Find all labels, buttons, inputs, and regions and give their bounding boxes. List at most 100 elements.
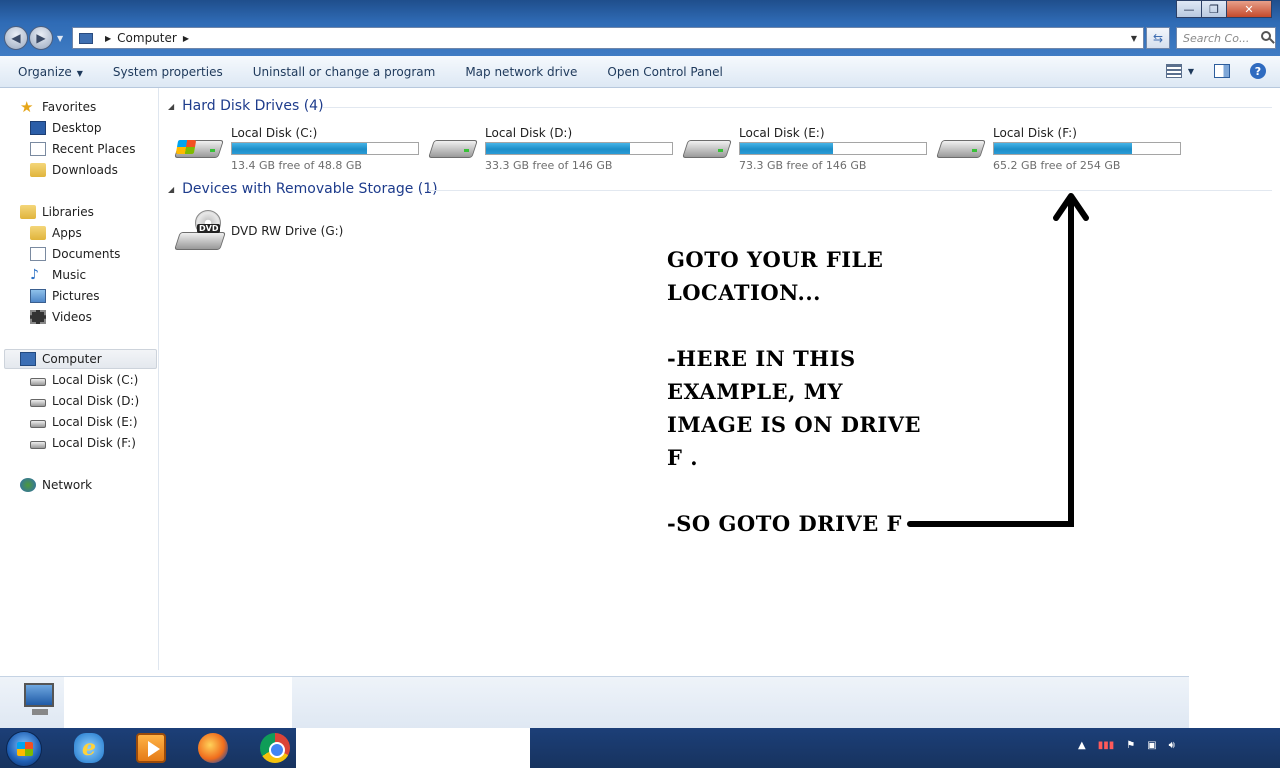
sidebar-item-disk-d[interactable]: Local Disk (D:): [30, 391, 139, 411]
documents-icon: [30, 247, 46, 261]
breadcrumb-computer[interactable]: Computer: [117, 31, 177, 45]
computer-icon: [20, 352, 36, 366]
sidebar-item-pictures[interactable]: Pictures: [30, 286, 100, 306]
uninstall-program-button[interactable]: Uninstall or change a program: [238, 65, 451, 79]
sidebar-item-label: Favorites: [42, 100, 97, 114]
sidebar-item-favorites[interactable]: ★ Favorites: [20, 97, 96, 117]
search-icon[interactable]: [1261, 31, 1271, 41]
hard-drive-icon: [936, 130, 986, 160]
sidebar-item-label: Libraries: [42, 205, 94, 219]
view-controls: ▼ ?: [1165, 63, 1266, 79]
window-controls: — ❐ ✕: [1176, 0, 1272, 18]
organize-menu[interactable]: Organize ▼: [0, 65, 98, 79]
back-arrow-icon: ◀: [11, 31, 21, 45]
minimize-button[interactable]: —: [1176, 0, 1202, 18]
drive-tile-dvd-g[interactable]: DVD DVD RW Drive (G:): [174, 208, 357, 258]
drive-name: DVD RW Drive (G:): [231, 224, 344, 238]
forward-arrow-icon: ▶: [36, 31, 46, 45]
show-hidden-icons-icon[interactable]: ▲: [1078, 740, 1086, 751]
network-tray-icon[interactable]: ▣: [1147, 740, 1156, 751]
annotation-line: LOCATION...: [667, 280, 821, 305]
volume-icon[interactable]: 🔊︎: [1169, 740, 1175, 751]
maximize-button[interactable]: ❐: [1201, 0, 1227, 18]
chevron-down-icon: ▼: [76, 68, 83, 78]
drive-name: Local Disk (C:): [231, 126, 318, 140]
drive-free-space: 33.3 GB free of 146 GB: [485, 159, 613, 172]
address-dropdown-icon[interactable]: ▼: [1131, 34, 1137, 43]
sidebar-item-label: Apps: [52, 226, 82, 240]
sidebar-item-apps[interactable]: Apps: [30, 223, 82, 243]
drive-usage-bar: [231, 142, 419, 155]
annotation-line: EXAMPLE, MY: [667, 379, 844, 404]
drive-tile-f[interactable]: Local Disk (F:) 65.2 GB free of 254 GB: [936, 122, 1189, 172]
chrome-icon[interactable]: [260, 733, 290, 763]
hard-drive-icon: [30, 377, 46, 386]
system-tray: ▲ ▮▮▮ ⚑ ▣ 🔊︎: [1078, 740, 1187, 751]
recent-pages-dropdown-icon[interactable]: ▼: [57, 34, 63, 43]
drive-usage-fill: [740, 143, 833, 154]
sidebar-item-computer[interactable]: Computer: [4, 349, 157, 369]
group-header-removable-storage[interactable]: ◢ Devices with Removable Storage (1): [168, 181, 438, 197]
open-control-panel-button[interactable]: Open Control Panel: [592, 65, 737, 79]
drive-free-space: 65.2 GB free of 254 GB: [993, 159, 1121, 172]
annotation-line: F .: [667, 445, 699, 470]
drive-tile-c[interactable]: Local Disk (C:) 13.4 GB free of 48.8 GB: [174, 122, 427, 172]
group-header-hard-disk-drives[interactable]: ◢ Hard Disk Drives (4): [168, 98, 324, 114]
group-divider: [428, 190, 1272, 191]
sidebar-item-documents[interactable]: Documents: [30, 244, 120, 264]
navigation-pane: ★ Favorites Desktop Recent Places Downloa…: [0, 88, 159, 670]
music-icon: ♪: [30, 267, 39, 283]
collapse-triangle-icon[interactable]: ◢: [168, 185, 174, 194]
sidebar-item-label: Computer: [42, 352, 102, 366]
sidebar-item-label: Documents: [52, 247, 121, 261]
refresh-button[interactable]: ⇆: [1146, 27, 1170, 49]
sidebar-item-label: Local Disk (F:): [52, 436, 136, 450]
internet-explorer-icon[interactable]: e: [74, 733, 104, 763]
sidebar-item-network[interactable]: Network: [20, 475, 92, 495]
hard-drive-icon: [682, 130, 732, 160]
collapse-triangle-icon[interactable]: ◢: [168, 102, 174, 111]
sidebar-item-label: Recent Places: [52, 142, 136, 156]
search-placeholder: Search Co...: [1183, 31, 1250, 45]
signal-icon[interactable]: ▮▮▮: [1098, 740, 1115, 751]
drive-tile-d[interactable]: Local Disk (D:) 33.3 GB free of 146 GB: [428, 122, 681, 172]
chevron-down-icon[interactable]: ▼: [1188, 67, 1194, 76]
start-button[interactable]: [6, 731, 42, 767]
sidebar-item-videos[interactable]: Videos: [30, 307, 92, 327]
sidebar-item-recent-places[interactable]: Recent Places: [30, 139, 135, 159]
sidebar-item-label: Local Disk (D:): [52, 394, 140, 408]
redaction-block: [296, 728, 530, 768]
forward-button[interactable]: ▶: [29, 26, 53, 50]
sidebar-item-music[interactable]: ♪ Music: [30, 265, 86, 285]
action-center-flag-icon[interactable]: ⚑: [1126, 740, 1135, 751]
sidebar-item-label: Pictures: [52, 289, 100, 303]
sidebar-item-disk-c[interactable]: Local Disk (C:): [30, 370, 138, 390]
firefox-icon[interactable]: [198, 733, 228, 763]
sidebar-item-disk-e[interactable]: Local Disk (E:): [30, 412, 138, 432]
change-view-icon[interactable]: [1165, 64, 1182, 78]
drive-name: Local Disk (E:): [739, 126, 825, 140]
sidebar-item-disk-f[interactable]: Local Disk (F:): [30, 433, 136, 453]
drive-tile-e[interactable]: Local Disk (E:) 73.3 GB free of 146 GB: [682, 122, 935, 172]
help-icon[interactable]: ?: [1250, 63, 1266, 79]
sidebar-item-desktop[interactable]: Desktop: [30, 118, 102, 138]
breadcrumb-separator-icon[interactable]: ▶: [105, 34, 111, 43]
preview-pane-icon[interactable]: [1214, 64, 1230, 78]
sidebar-item-label: Network: [42, 478, 93, 492]
group-divider: [322, 107, 1272, 108]
sidebar-item-downloads[interactable]: Downloads: [30, 160, 118, 180]
system-properties-button[interactable]: System properties: [98, 65, 238, 79]
breadcrumb-separator-icon[interactable]: ▶: [183, 34, 189, 43]
address-bar[interactable]: ▶ Computer ▶ ▼: [72, 27, 1144, 49]
close-button[interactable]: ✕: [1226, 0, 1272, 18]
sidebar-item-libraries[interactable]: Libraries: [20, 202, 94, 222]
computer-icon: [79, 32, 93, 44]
media-player-icon[interactable]: [136, 733, 166, 763]
map-network-drive-button[interactable]: Map network drive: [450, 65, 592, 79]
back-button[interactable]: ◀: [4, 26, 28, 50]
details-pane: [0, 676, 1189, 729]
drive-usage-bar: [993, 142, 1181, 155]
annotation-line: -HERE IN THIS: [667, 346, 856, 371]
refresh-icon: ⇆: [1152, 31, 1164, 45]
search-input[interactable]: Search Co...: [1176, 27, 1276, 49]
